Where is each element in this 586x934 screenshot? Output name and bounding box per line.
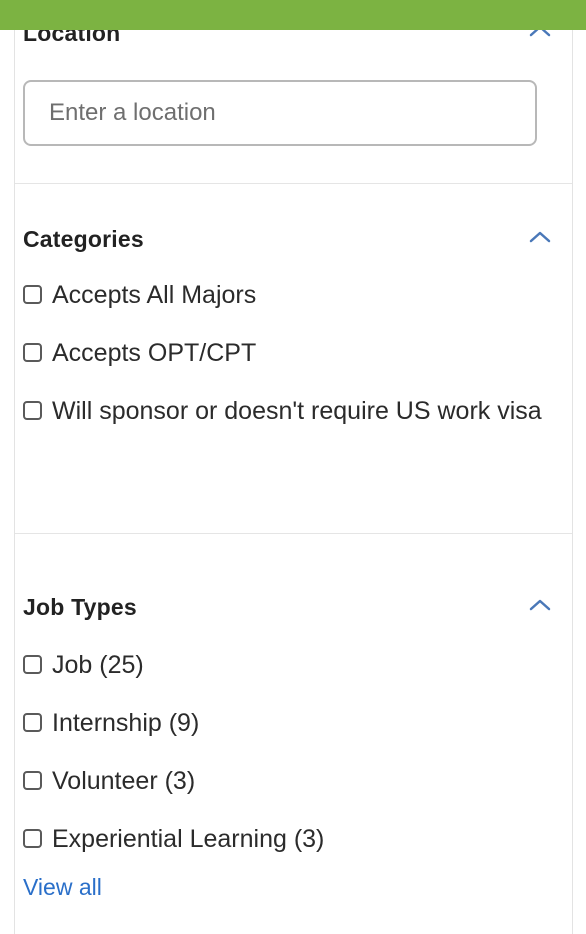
category-option-accepts-opt-cpt[interactable]: Accepts OPT/CPT bbox=[23, 334, 552, 372]
job-type-label: Volunteer (3) bbox=[52, 767, 196, 795]
top-accent-bar bbox=[0, 0, 586, 30]
category-option-accepts-all-majors[interactable]: Accepts All Majors bbox=[23, 276, 552, 314]
view-all-link[interactable]: View all bbox=[23, 874, 102, 901]
checkbox-unchecked-icon[interactable] bbox=[23, 829, 42, 848]
checkbox-unchecked-icon[interactable] bbox=[23, 285, 42, 304]
checkbox-unchecked-icon[interactable] bbox=[23, 401, 42, 420]
job-type-option-internship[interactable]: Internship (9) bbox=[23, 704, 552, 742]
checkbox-unchecked-icon[interactable] bbox=[23, 771, 42, 790]
category-option-work-visa[interactable]: Will sponsor or doesn't require US work … bbox=[23, 392, 552, 430]
category-label: Accepts All Majors bbox=[52, 281, 257, 309]
job-type-label: Job (25) bbox=[52, 651, 144, 679]
filters-page: Location Categories Accepts All Majors bbox=[0, 0, 586, 934]
checkbox-unchecked-icon[interactable] bbox=[23, 713, 42, 732]
job-type-option-volunteer[interactable]: Volunteer (3) bbox=[23, 762, 552, 800]
categories-section: Categories Accepts All Majors Accepts OP… bbox=[15, 184, 572, 534]
checkbox-unchecked-icon[interactable] bbox=[23, 655, 42, 674]
checkbox-unchecked-icon[interactable] bbox=[23, 343, 42, 362]
chevron-up-icon[interactable] bbox=[528, 598, 552, 612]
job-types-section: Job Types Job (25) Internship (9) Volunt… bbox=[15, 534, 572, 934]
job-types-options: Job (25) Internship (9) Volunteer (3) Ex… bbox=[23, 646, 552, 878]
job-type-option-experiential-learning[interactable]: Experiential Learning (3) bbox=[23, 820, 552, 858]
categories-options: Accepts All Majors Accepts OPT/CPT Will … bbox=[23, 276, 552, 450]
location-input[interactable] bbox=[23, 80, 537, 146]
job-type-label: Experiential Learning (3) bbox=[52, 825, 325, 853]
category-label: Will sponsor or doesn't require US work … bbox=[52, 397, 542, 425]
chevron-up-icon[interactable] bbox=[528, 230, 552, 244]
filter-panel: Location Categories Accepts All Majors bbox=[14, 0, 573, 934]
job-types-title: Job Types bbox=[23, 594, 137, 620]
category-label: Accepts OPT/CPT bbox=[52, 339, 257, 367]
categories-title: Categories bbox=[23, 226, 144, 252]
job-type-option-job[interactable]: Job (25) bbox=[23, 646, 552, 684]
job-type-label: Internship (9) bbox=[52, 709, 200, 737]
